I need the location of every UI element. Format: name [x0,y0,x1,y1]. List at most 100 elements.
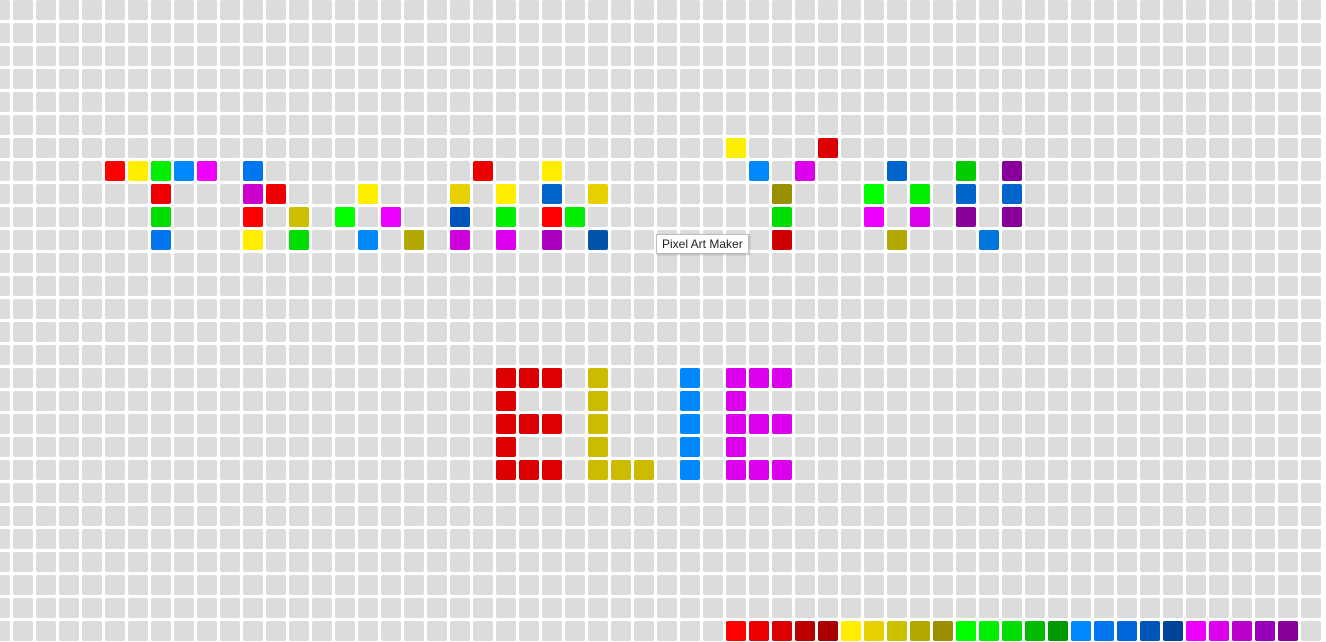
grid-cell[interactable] [1232,437,1252,457]
grid-cell[interactable] [13,460,33,480]
grid-cell[interactable] [1140,184,1160,204]
grid-cell[interactable] [1232,414,1252,434]
grid-cell[interactable] [220,253,240,273]
grid-cell[interactable] [1025,345,1045,365]
grid-cell[interactable] [1025,460,1045,480]
painted-pixel[interactable] [772,207,792,227]
grid-cell[interactable] [1255,506,1275,526]
grid-cell[interactable] [979,115,999,135]
grid-cell[interactable] [887,506,907,526]
grid-cell[interactable] [36,46,56,66]
grid-cell[interactable] [703,276,723,296]
grid-cell[interactable] [1002,414,1022,434]
painted-pixel[interactable] [726,414,746,434]
grid-cell[interactable] [1163,299,1183,319]
grid-cell[interactable] [473,368,493,388]
grid-cell[interactable] [335,138,355,158]
painted-pixel[interactable] [749,161,769,181]
painted-pixel[interactable] [404,230,424,250]
grid-cell[interactable] [634,138,654,158]
grid-cell[interactable] [703,184,723,204]
grid-cell[interactable] [1278,437,1298,457]
grid-cell[interactable] [795,345,815,365]
palette-swatch[interactable] [1117,621,1137,641]
grid-cell[interactable] [0,391,10,411]
grid-cell[interactable] [496,552,516,572]
grid-cell[interactable] [473,115,493,135]
grid-cell[interactable] [1301,483,1321,503]
grid-cell[interactable] [588,69,608,89]
grid-cell[interactable] [13,391,33,411]
grid-cell[interactable] [36,69,56,89]
painted-pixel[interactable] [1002,161,1022,181]
grid-cell[interactable] [634,437,654,457]
grid-cell[interactable] [519,46,539,66]
painted-pixel[interactable] [496,437,516,457]
painted-pixel[interactable] [772,368,792,388]
grid-cell[interactable] [1094,115,1114,135]
grid-cell[interactable] [979,529,999,549]
grid-cell[interactable] [197,46,217,66]
painted-pixel[interactable] [381,207,401,227]
grid-cell[interactable] [657,299,677,319]
grid-cell[interactable] [864,0,884,20]
painted-pixel[interactable] [726,460,746,480]
grid-cell[interactable] [59,345,79,365]
grid-cell[interactable] [1301,598,1321,618]
grid-cell[interactable] [1094,299,1114,319]
grid-cell[interactable] [1140,92,1160,112]
grid-cell[interactable] [864,529,884,549]
grid-cell[interactable] [496,161,516,181]
grid-cell[interactable] [611,506,631,526]
grid-cell[interactable] [1094,0,1114,20]
grid-cell[interactable] [243,115,263,135]
grid-cell[interactable] [13,230,33,250]
grid-cell[interactable] [36,253,56,273]
grid-cell[interactable] [1301,460,1321,480]
painted-pixel[interactable] [864,207,884,227]
grid-cell[interactable] [105,23,125,43]
grid-cell[interactable] [0,483,10,503]
grid-cell[interactable] [1117,575,1137,595]
palette-swatch[interactable] [910,621,930,641]
grid-cell[interactable] [128,414,148,434]
grid-cell[interactable] [0,299,10,319]
grid-cell[interactable] [312,184,332,204]
grid-cell[interactable] [0,621,10,641]
grid-cell[interactable] [910,483,930,503]
grid-cell[interactable] [1186,414,1206,434]
palette-swatch[interactable] [864,621,884,641]
grid-cell[interactable] [473,483,493,503]
grid-cell[interactable] [1117,230,1137,250]
grid-cell[interactable] [818,575,838,595]
painted-pixel[interactable] [772,414,792,434]
grid-cell[interactable] [1094,253,1114,273]
grid-cell[interactable] [59,184,79,204]
grid-cell[interactable] [956,276,976,296]
grid-cell[interactable] [703,92,723,112]
grid-cell[interactable] [565,46,585,66]
grid-cell[interactable] [795,414,815,434]
grid-cell[interactable] [680,529,700,549]
grid-cell[interactable] [818,460,838,480]
grid-cell[interactable] [1232,529,1252,549]
grid-cell[interactable] [335,92,355,112]
grid-cell[interactable] [634,46,654,66]
grid-cell[interactable] [151,506,171,526]
grid-cell[interactable] [1301,69,1321,89]
grid-cell[interactable] [588,207,608,227]
grid-cell[interactable] [1117,46,1137,66]
grid-cell[interactable] [404,506,424,526]
grid-cell[interactable] [772,299,792,319]
grid-cell[interactable] [1232,230,1252,250]
palette-swatch[interactable] [1071,621,1091,641]
grid-cell[interactable] [841,414,861,434]
grid-cell[interactable] [404,391,424,411]
grid-cell[interactable] [243,368,263,388]
painted-pixel[interactable] [588,460,608,480]
grid-cell[interactable] [1048,506,1068,526]
grid-cell[interactable] [818,23,838,43]
grid-cell[interactable] [818,276,838,296]
grid-cell[interactable] [910,0,930,20]
grid-cell[interactable] [266,529,286,549]
